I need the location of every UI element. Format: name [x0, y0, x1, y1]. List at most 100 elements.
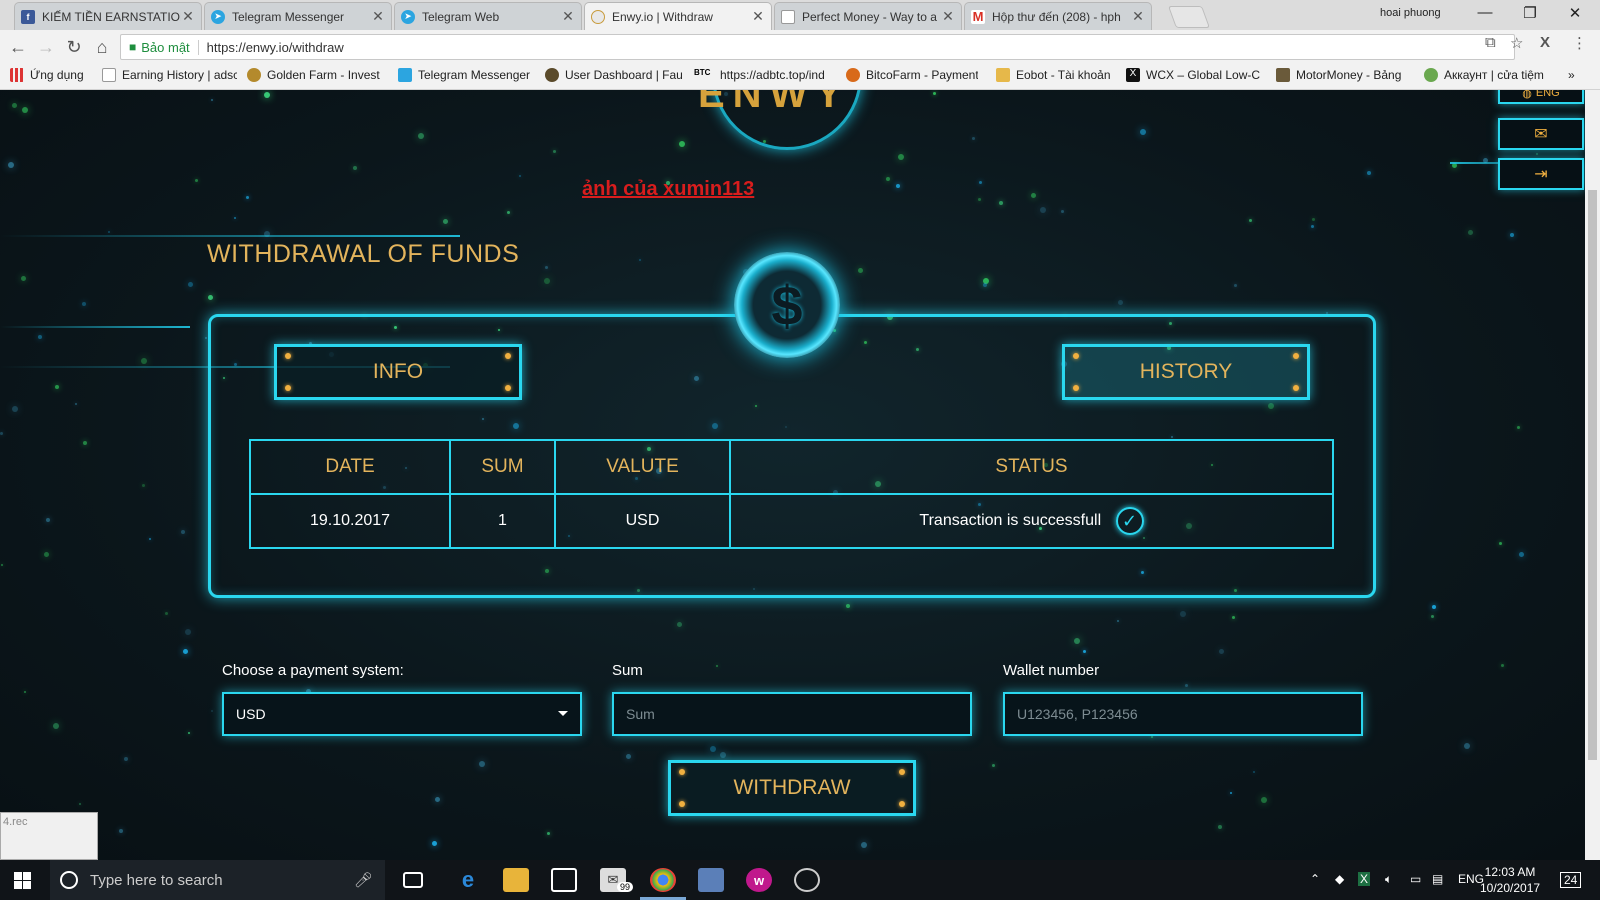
status-text: Transaction is successfull: [919, 512, 1102, 530]
taskbar-search[interactable]: Type here to search 🎤︎: [50, 860, 385, 900]
close-icon[interactable]: ✕: [181, 8, 195, 25]
menu-dots-icon[interactable]: ⋮: [1572, 34, 1587, 52]
omnibox[interactable]: ■ Bảo mật https://enwy.io/withdraw: [120, 34, 1515, 60]
security-label[interactable]: Bảo mật: [141, 39, 199, 55]
bookmark-user-dashboard[interactable]: User Dashboard | Fau: [545, 68, 683, 82]
tab-facebook[interactable]: f KIẾM TIỀN EARNSTATION ✕: [14, 2, 202, 30]
star-dot: [544, 278, 550, 284]
restore-icon[interactable]: ❐: [1520, 4, 1540, 22]
tab-perfect-money[interactable]: Perfect Money - Way to a ✕: [774, 2, 962, 30]
star-dot: [1519, 552, 1524, 557]
star-dot: [205, 337, 207, 339]
bookmark-adbtc[interactable]: BTC https://adbtc.top/ind: [694, 68, 834, 82]
clock-app-icon[interactable]: [794, 868, 820, 892]
tab-enwy-withdraw[interactable]: Enwy.io | Withdraw ✕: [584, 2, 772, 30]
star-dot: [679, 141, 685, 147]
bookmark-eobot[interactable]: Eobot - Tài khoản: [996, 68, 1116, 82]
close-icon[interactable]: ✕: [561, 8, 575, 25]
minimize-icon[interactable]: —: [1475, 4, 1495, 21]
close-icon[interactable]: ✕: [751, 8, 765, 25]
new-tab-button[interactable]: [1167, 6, 1211, 28]
star-dot: [1468, 230, 1473, 235]
apps-icon: [10, 68, 24, 82]
sum-field[interactable]: [612, 692, 972, 736]
back-arrow-icon[interactable]: ←: [8, 37, 28, 58]
star-dot: [141, 358, 147, 364]
bookmark-wcx[interactable]: X WCX – Global Low-C: [1126, 68, 1266, 82]
star-dot: [553, 150, 556, 153]
cortana-icon: [60, 871, 78, 889]
star-dot: [626, 754, 631, 759]
battery-icon[interactable]: ▭: [1410, 872, 1421, 886]
logout-button[interactable]: ⇥: [1498, 158, 1584, 190]
star-dot: [979, 181, 982, 184]
network-icon[interactable]: ▤: [1432, 872, 1443, 886]
scrollbar-thumb[interactable]: [1588, 190, 1597, 760]
notification-center-icon[interactable]: 24: [1560, 872, 1582, 888]
extension-x-icon[interactable]: X: [1540, 34, 1550, 51]
star-dot: [165, 612, 168, 615]
edge-icon[interactable]: e: [455, 867, 481, 892]
file-explorer-icon[interactable]: [503, 868, 529, 892]
withdraw-button[interactable]: WITHDRAW: [668, 760, 916, 816]
history-button[interactable]: HISTORY: [1062, 344, 1310, 400]
language-selector[interactable]: ◍ ENG: [1498, 90, 1584, 104]
info-button[interactable]: INFO: [274, 344, 522, 400]
star-icon[interactable]: ☆: [1510, 34, 1523, 52]
store-icon[interactable]: [551, 868, 577, 892]
translate-icon[interactable]: ⧉: [1485, 34, 1496, 51]
star-dot: [142, 484, 145, 487]
close-icon[interactable]: ✕: [1131, 8, 1145, 25]
wallet-input[interactable]: [1017, 706, 1361, 722]
chrome-icon[interactable]: [650, 868, 676, 892]
payment-system-select[interactable]: USD: [222, 692, 582, 736]
star-dot: [188, 282, 193, 287]
star-dot: [246, 196, 249, 199]
telegram-icon: ➤: [211, 9, 225, 24]
telegram-icon: [398, 68, 412, 82]
bookmarks-overflow-button[interactable]: »: [1568, 68, 1575, 82]
tray-app-icon[interactable]: ◆: [1335, 872, 1344, 886]
messages-button[interactable]: ✉: [1498, 118, 1584, 150]
page-scrollbar[interactable]: [1585, 90, 1600, 860]
volume-icon[interactable]: 🔈︎: [1385, 872, 1392, 887]
task-view-icon[interactable]: [403, 872, 423, 888]
star-dot: [12, 406, 18, 412]
home-icon[interactable]: ⌂: [92, 37, 112, 58]
tab-gmail[interactable]: M Hộp thư đến (208) - hph ✕: [964, 2, 1152, 30]
wcx-icon: X: [1126, 68, 1140, 82]
star-dot: [1261, 797, 1267, 803]
sum-input[interactable]: [626, 706, 970, 722]
url-text[interactable]: https://enwy.io/withdraw: [199, 40, 344, 55]
bookmark-account-shop[interactable]: Аккаунт | cửa tiệm: [1424, 68, 1554, 82]
close-icon[interactable]: ✕: [371, 8, 385, 25]
frog-icon: [1424, 68, 1438, 82]
bookmark-apps[interactable]: Ứng dụng: [10, 68, 95, 82]
close-icon[interactable]: ✕: [941, 8, 955, 25]
system-clock[interactable]: 12:03 AM 10/20/2017: [1480, 864, 1540, 896]
bookmark-bitcofarm[interactable]: BitcoFarm - Payment: [846, 68, 978, 82]
profile-name[interactable]: hoai phuong: [1380, 7, 1441, 19]
reload-icon[interactable]: ↻: [64, 37, 84, 58]
forward-arrow-icon[interactable]: →: [36, 37, 56, 58]
microphone-icon[interactable]: 🎤︎: [354, 871, 373, 889]
app-icon[interactable]: [698, 868, 724, 892]
recorder-panel[interactable]: 4.rec: [0, 812, 98, 860]
excel-icon[interactable]: X: [1358, 872, 1371, 886]
star-dot: [181, 530, 185, 534]
star-dot: [1083, 650, 1086, 653]
tab-telegram-web[interactable]: ➤ Telegram Web ✕: [394, 2, 582, 30]
bookmark-earning-history[interactable]: Earning History | adsc: [102, 68, 237, 82]
wallet-field[interactable]: [1003, 692, 1363, 736]
w-app-icon[interactable]: w: [746, 868, 772, 892]
close-window-icon[interactable]: ✕: [1565, 4, 1585, 22]
tab-telegram-messenger[interactable]: ➤ Telegram Messenger ✕: [204, 2, 392, 30]
star-dot: [8, 162, 14, 168]
tray-up-arrow-icon[interactable]: ⌃: [1310, 872, 1320, 886]
bookmark-golden-farm[interactable]: Golden Farm - Invest: [247, 68, 385, 82]
windows-start-icon[interactable]: [14, 872, 31, 889]
bookmark-telegram[interactable]: Telegram Messenger: [398, 68, 538, 82]
bookmark-motormoney[interactable]: MotorMoney - Bảng: [1276, 68, 1408, 82]
star-dot: [353, 166, 357, 170]
chevron-down-icon: [558, 711, 568, 716]
